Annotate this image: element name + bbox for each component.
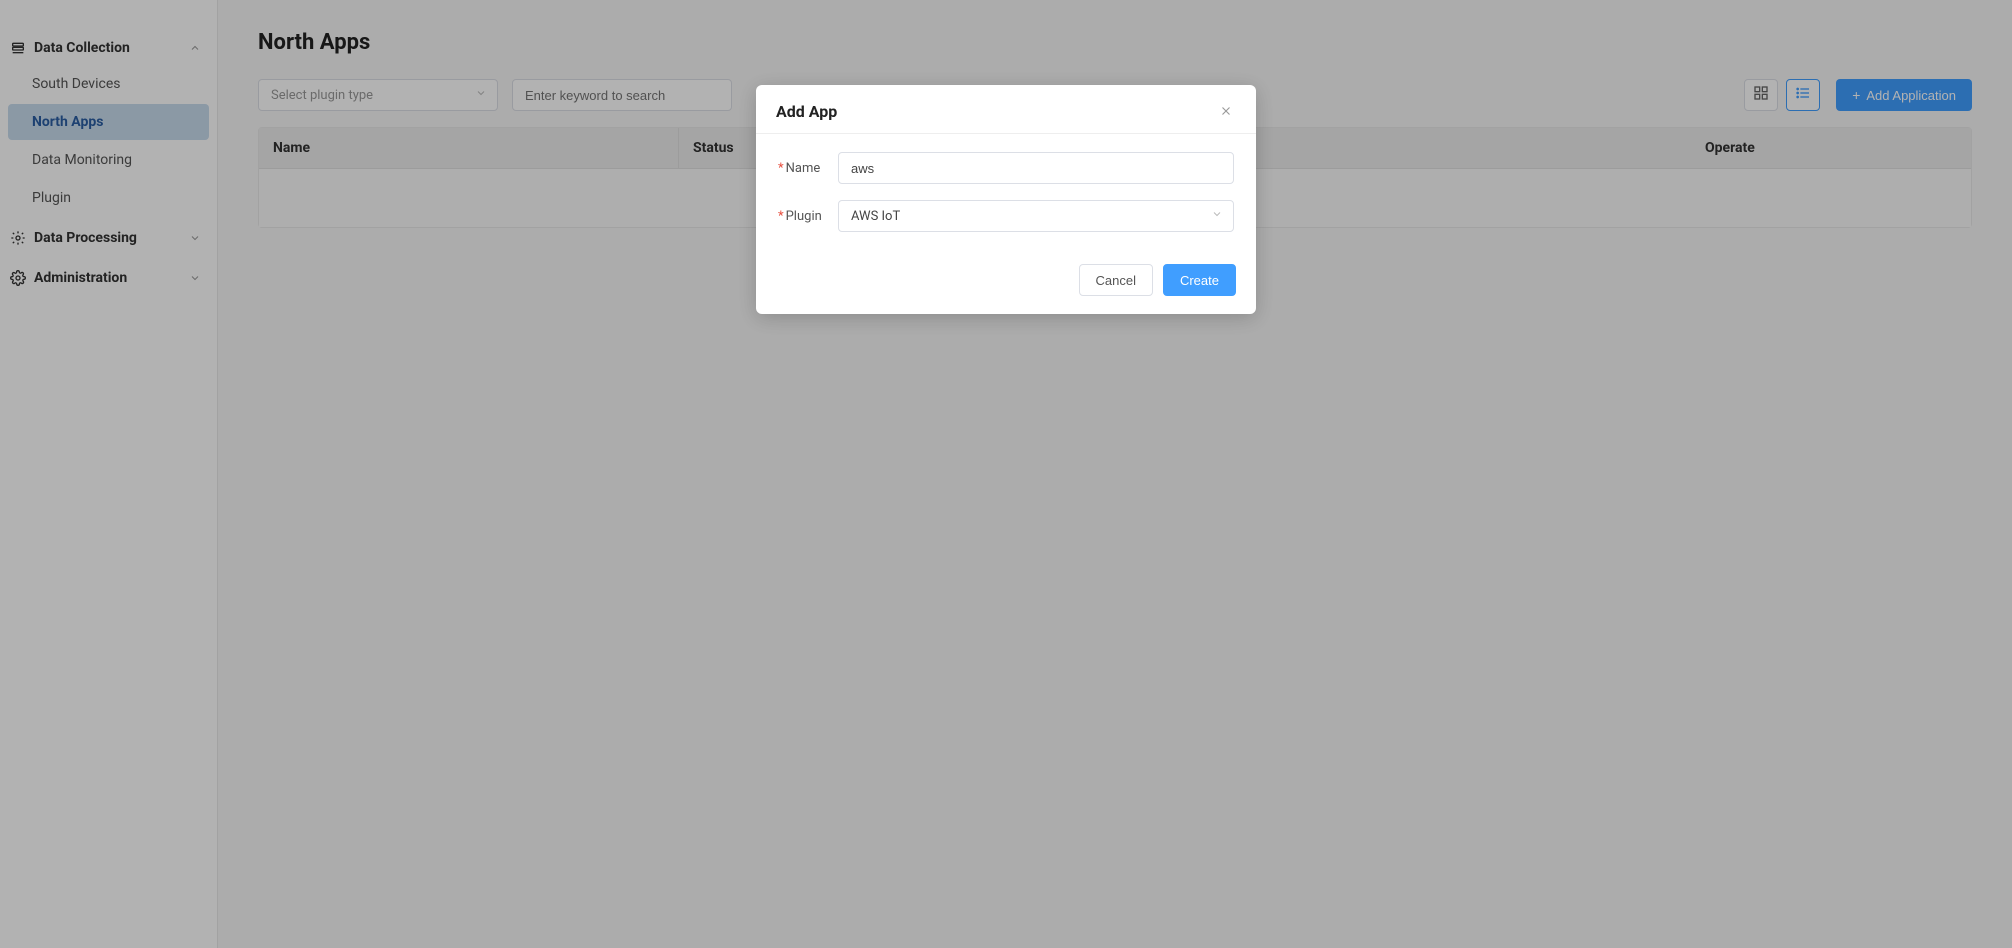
required-asterisk: * [778,161,784,176]
plugin-select-value: AWS IoT [851,209,900,224]
plugin-select[interactable]: AWS IoT [838,200,1234,232]
name-input-wrap [838,152,1234,184]
close-icon[interactable] [1216,101,1236,121]
create-button[interactable]: Create [1163,264,1236,296]
modal-title: Add App [776,102,837,121]
plugin-label-text: Plugin [786,209,822,224]
modal-header: Add App [756,85,1256,134]
form-row-plugin: *Plugin AWS IoT [778,200,1234,232]
plugin-field-label: *Plugin [778,209,838,224]
name-field-label: *Name [778,161,838,176]
add-app-modal: Add App *Name *Plugin AWS IoT [756,85,1256,314]
form-row-name: *Name [778,152,1234,184]
required-asterisk: * [778,209,784,224]
modal-footer: Cancel Create [756,256,1256,314]
name-label-text: Name [786,161,821,176]
name-input[interactable] [851,153,1221,183]
modal-body: *Name *Plugin AWS IoT [756,134,1256,256]
chevron-down-icon [1211,208,1223,224]
cancel-button[interactable]: Cancel [1079,264,1153,296]
